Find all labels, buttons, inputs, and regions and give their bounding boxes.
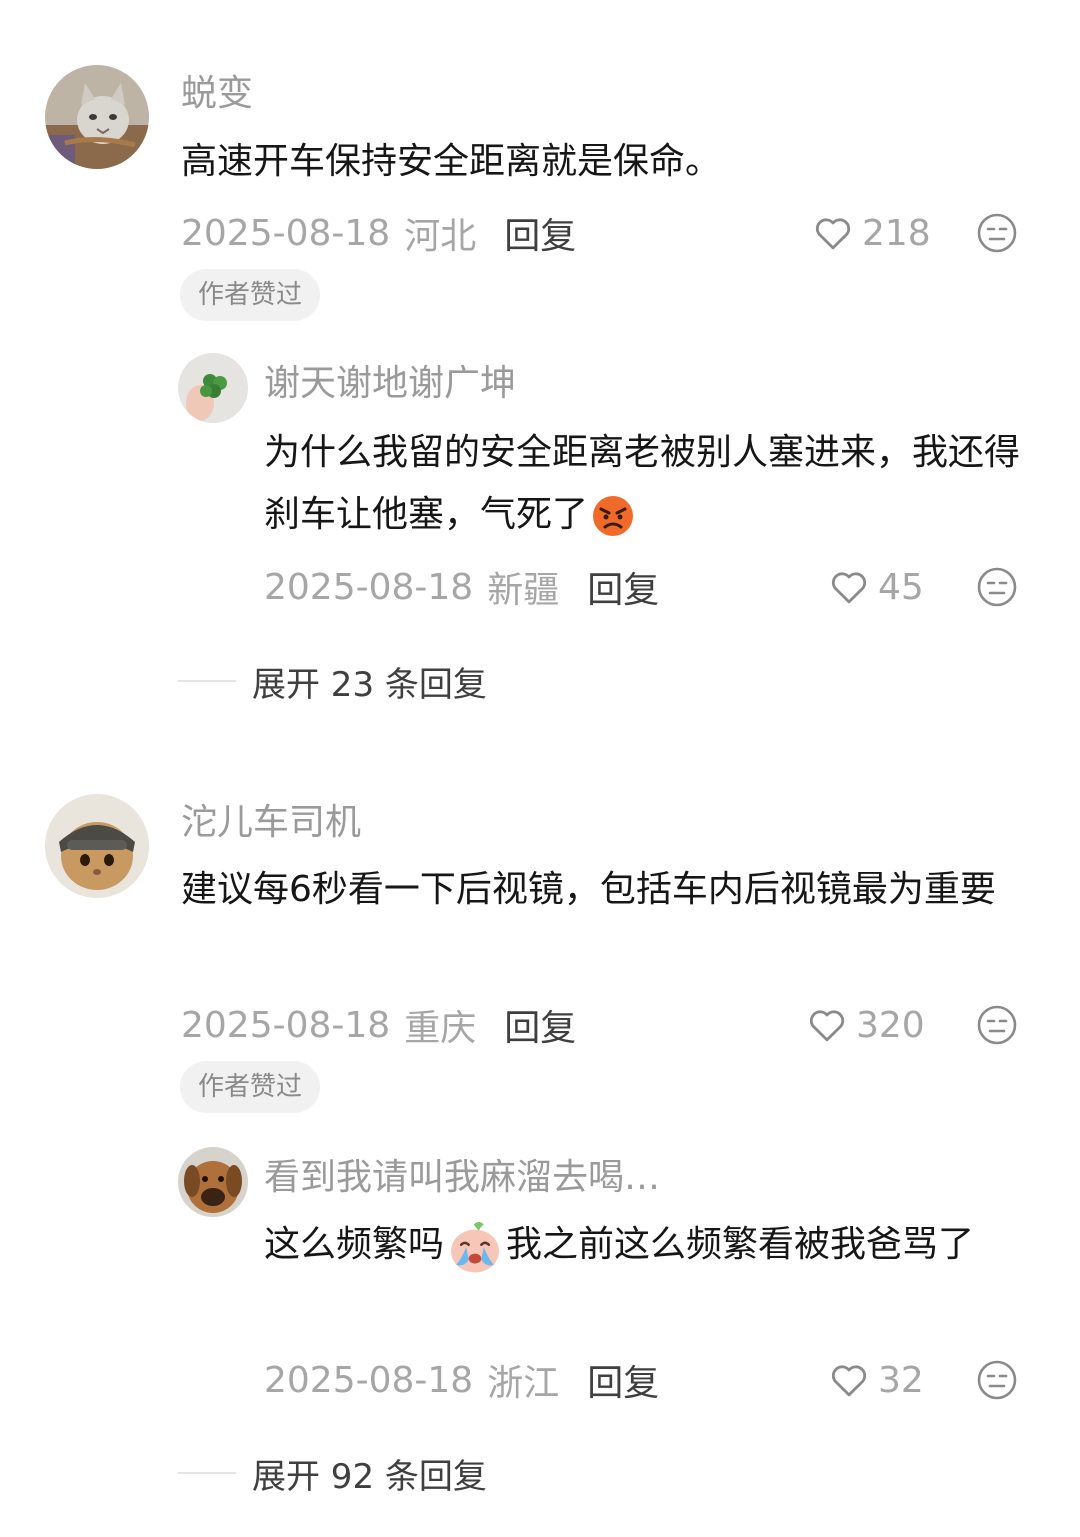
comment-region: 河北 — [404, 216, 477, 257]
comment-username[interactable]: 沱儿车司机 — [181, 801, 361, 845]
reply-username[interactable]: 看到我请叫我麻溜去喝… — [264, 1156, 660, 1200]
reply-region: 浙江 — [487, 1363, 560, 1404]
comment-text: 建议每6秒看一下后视镜，包括车内后视镜最为重要 — [181, 869, 996, 910]
like-button[interactable]: 32 — [828, 1355, 924, 1405]
comment-meta: 2025-08-18 重庆 回复 — [181, 1000, 576, 1050]
dog-avatar-icon[interactable] — [178, 1147, 248, 1217]
like-button[interactable]: 45 — [828, 562, 924, 612]
like-count: 45 — [878, 566, 924, 608]
reply-meta: 2025-08-18 新疆 回复 — [264, 562, 659, 612]
reply-date: 2025-08-18 — [264, 1359, 474, 1401]
heart-icon — [831, 572, 867, 604]
reply-text-main: 为什么我留的安全距离老被别人塞进来，我还得刹车让他塞，气死了 — [264, 432, 1021, 535]
like-button[interactable]: 320 — [806, 1000, 925, 1050]
like-count: 320 — [856, 1004, 925, 1046]
reply-text-main: 这么频繁吗 — [264, 1224, 445, 1265]
meh-face-icon — [977, 1005, 1017, 1045]
expand-replies-button[interactable]: 展开 23 条回复 — [178, 656, 487, 706]
author-liked-badge: 作者赞过 — [180, 269, 321, 321]
meh-face-icon — [977, 567, 1017, 607]
reply-button[interactable]: 回复 — [504, 207, 576, 259]
reply-button[interactable]: 回复 — [504, 999, 576, 1051]
expand-replies-button[interactable]: 展开 92 条回复 — [178, 1448, 487, 1498]
heart-icon — [809, 1010, 845, 1042]
angry-face-emoji — [593, 496, 634, 536]
comment-date: 2025-08-18 — [181, 1004, 391, 1046]
reply-region: 新疆 — [487, 570, 560, 611]
comment-region: 重庆 — [404, 1008, 477, 1049]
reply-username[interactable]: 谢天谢地谢广坤 — [264, 362, 516, 406]
meh-face-icon — [977, 213, 1017, 253]
reply-text-after: 我之前这么频繁看被我爸骂了 — [506, 1224, 975, 1265]
cat-avatar-icon[interactable] — [45, 65, 149, 169]
reply-text: 这么频繁吗 我之前这么频繁看被我爸骂了 — [264, 1214, 1044, 1276]
comment-username[interactable]: 蜕变 — [181, 72, 253, 116]
heart-icon — [831, 1365, 867, 1397]
expand-replies-label: 展开 23 条回复 — [252, 664, 487, 705]
dislike-button[interactable] — [976, 212, 1018, 254]
reply-button[interactable]: 回复 — [587, 1354, 659, 1406]
meh-face-icon — [977, 1360, 1017, 1400]
reply-text: 为什么我留的安全距离老被别人塞进来，我还得刹车让他塞，气死了 — [264, 422, 1044, 546]
dislike-button[interactable] — [976, 1359, 1018, 1401]
author-liked-badge: 作者赞过 — [180, 1061, 321, 1113]
reply-meta: 2025-08-18 浙江 回复 — [264, 1355, 659, 1405]
comment-date: 2025-08-18 — [181, 212, 391, 254]
crying-face-emoji — [451, 1222, 499, 1273]
expand-replies-label: 展开 92 条回复 — [252, 1456, 487, 1497]
divider-line — [178, 1472, 236, 1474]
reply-button[interactable]: 回复 — [587, 561, 659, 613]
like-count: 218 — [862, 212, 931, 254]
heart-icon — [815, 218, 851, 250]
divider-line — [178, 680, 236, 682]
helmet-cat-avatar-icon[interactable] — [45, 794, 149, 898]
like-count: 32 — [878, 1359, 924, 1401]
like-button[interactable]: 218 — [812, 208, 931, 258]
dislike-button[interactable] — [976, 566, 1018, 608]
reply-date: 2025-08-18 — [264, 566, 474, 608]
dislike-button[interactable] — [976, 1004, 1018, 1046]
clover-hand-avatar-icon[interactable] — [178, 353, 248, 423]
comment-text: 高速开车保持安全距离就是保命。 — [181, 141, 722, 182]
comment-meta: 2025-08-18 河北 回复 — [181, 208, 576, 258]
